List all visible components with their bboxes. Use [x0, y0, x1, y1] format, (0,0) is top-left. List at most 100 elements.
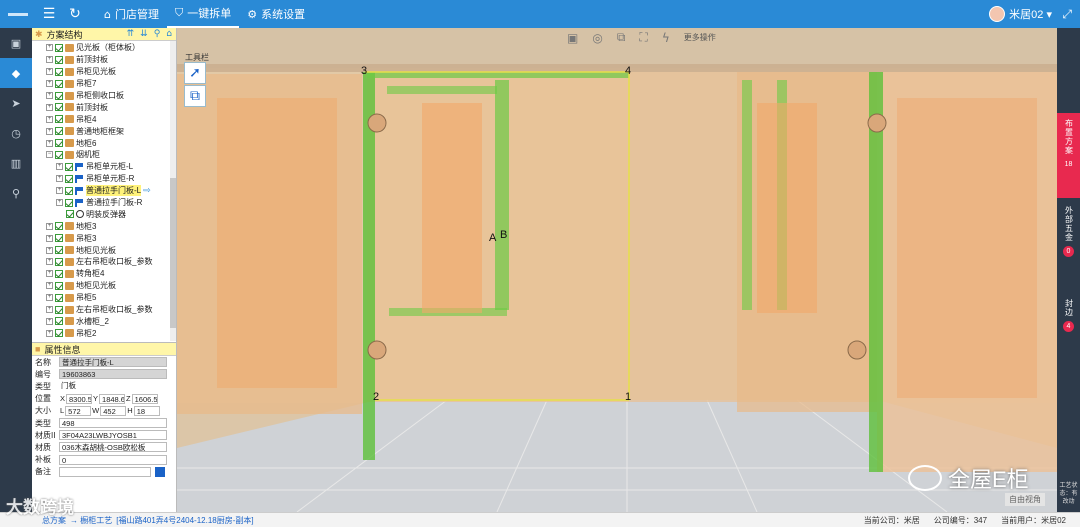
menu-icon[interactable]: ☰ — [36, 6, 62, 22]
expand-toggle-icon[interactable]: + — [46, 103, 53, 111]
prop-material-field[interactable]: 036木森胡桃-OSB欧松板 — [59, 442, 167, 453]
fullscreen-icon[interactable]: ⤢ — [1062, 7, 1072, 22]
pos-z-field[interactable]: 1606.5 — [131, 393, 158, 404]
tree-node[interactable]: + 前顶封板 — [32, 54, 176, 66]
tree-node[interactable]: + 吊柜侧收口板 — [32, 90, 176, 102]
expand-toggle-icon[interactable]: + — [46, 56, 53, 64]
tab-external-hardware[interactable]: 外部五金 0 — [1057, 200, 1080, 270]
tree-checkbox[interactable] — [66, 210, 74, 219]
expand-toggle-icon[interactable]: + — [46, 270, 53, 278]
tree-node[interactable]: + 普通拉手门板-L ⇨ — [32, 185, 176, 197]
home-icon[interactable]: ⌂ — [166, 29, 172, 39]
tree-checkbox[interactable] — [65, 198, 73, 207]
tree-node[interactable]: + 地柜见光板 — [32, 280, 176, 292]
nav-search-icon[interactable]: ⚲ — [0, 178, 32, 208]
tree-checkbox[interactable] — [55, 150, 63, 159]
tree-checkbox[interactable] — [55, 246, 63, 255]
tree-checkbox[interactable] — [55, 103, 63, 112]
fit-view-icon[interactable]: ⛶ — [639, 30, 647, 45]
expand-toggle-icon[interactable]: + — [46, 258, 53, 266]
collapse-toggle-icon[interactable]: − — [46, 151, 53, 159]
expand-toggle-icon[interactable]: + — [46, 317, 53, 325]
tree-checkbox[interactable] — [55, 329, 63, 338]
target-icon[interactable]: ◎ — [592, 31, 602, 45]
prop-pad-field[interactable]: 0 — [59, 454, 167, 465]
expand-toggle-icon[interactable]: + — [46, 139, 53, 147]
expand-toggle-icon[interactable]: + — [56, 163, 63, 171]
layer-copy-tool-icon[interactable]: ⧉ — [184, 85, 206, 107]
expand-toggle-icon[interactable]: + — [46, 68, 53, 76]
tree-node[interactable]: + 左右吊柜收口板_参数 — [32, 256, 176, 268]
tree-node[interactable]: + 吊柜4 — [32, 113, 176, 125]
tree-checkbox[interactable] — [55, 139, 63, 148]
size-l-field[interactable]: 572 — [65, 405, 92, 416]
expand-toggle-icon[interactable]: + — [46, 329, 53, 337]
nav-clock-icon[interactable]: ◷ — [0, 118, 32, 148]
tree-node[interactable]: + 地柜3 — [32, 220, 176, 232]
expand-all-icon[interactable]: ⇈ — [127, 29, 135, 39]
menu-store-management[interactable]: ⌂ 门店管理 — [96, 0, 167, 28]
view-mode-select[interactable]: 自由视角 — [1005, 493, 1045, 506]
tree-checkbox[interactable] — [55, 79, 63, 88]
expand-toggle-icon[interactable]: + — [46, 80, 53, 88]
tree-checkbox[interactable] — [55, 55, 63, 64]
box-icon[interactable]: ▣ — [567, 31, 578, 45]
expand-toggle-icon[interactable]: + — [46, 92, 53, 99]
user-menu[interactable]: 米居02 ▾ — [989, 0, 1052, 28]
tree-node[interactable]: + 地柜6 — [32, 137, 176, 149]
tree-checkbox[interactable] — [55, 269, 63, 278]
tree-checkbox[interactable] — [55, 293, 63, 302]
cursor-select-tool-icon[interactable]: ➚ — [184, 62, 206, 84]
tree-checkbox[interactable] — [55, 257, 63, 266]
expand-toggle-icon[interactable]: + — [56, 175, 63, 183]
nav-trash-icon[interactable]: ▥ — [0, 148, 32, 178]
breadcrumb-process[interactable]: → 橱柜工艺 — [70, 515, 112, 526]
save-icon[interactable] — [155, 466, 165, 477]
nav-send-icon[interactable]: ➤ — [0, 88, 32, 118]
more-operations-dropdown[interactable]: 更多操作 — [684, 32, 716, 43]
expand-toggle-icon[interactable]: + — [56, 199, 63, 207]
expand-toggle-icon[interactable]: + — [46, 127, 53, 135]
tree-checkbox[interactable] — [55, 43, 63, 52]
expand-toggle-icon[interactable]: + — [46, 222, 53, 230]
lightning-icon[interactable]: ϟ — [662, 31, 670, 45]
tree-checkbox[interactable] — [55, 222, 63, 231]
tree-node[interactable]: 明装反弹器 — [32, 208, 176, 220]
tree-node[interactable]: + 吊柜2 — [32, 327, 176, 339]
tree-checkbox[interactable] — [65, 174, 73, 183]
collapse-all-icon[interactable]: ⇊ — [140, 29, 148, 39]
tree-node[interactable]: + 前顶封板 — [32, 101, 176, 113]
expand-toggle-icon[interactable]: + — [46, 306, 53, 314]
tree-node[interactable]: + 吊柜5 — [32, 292, 176, 304]
tree-node[interactable]: + 吊柜见光板 — [32, 66, 176, 78]
tree-checkbox[interactable] — [55, 67, 63, 76]
expand-toggle-icon[interactable]: + — [46, 44, 53, 52]
prop-name-field[interactable]: 普通拉手门板-L — [59, 357, 167, 368]
tree-node[interactable]: + 吊柜单元柜-R — [32, 173, 176, 185]
tree-node[interactable]: + 普通拉手门板-R — [32, 197, 176, 209]
nav-dashboard-icon[interactable]: ▣ — [0, 28, 32, 58]
search-icon[interactable]: ⚲ — [154, 29, 161, 39]
size-w-field[interactable]: 452 — [100, 405, 127, 416]
tab-edge-banding[interactable]: 封边 4 — [1057, 293, 1080, 343]
tree-node[interactable]: + 转角柜4 — [32, 268, 176, 280]
tree-node[interactable]: + 地柜见光板 — [32, 244, 176, 256]
size-h-field[interactable]: 18 — [133, 405, 160, 416]
tree-node[interactable]: + 左右吊柜收口板_参数 — [32, 304, 176, 316]
prop-note-field[interactable] — [59, 466, 151, 477]
tree-node[interactable]: + 吊柜7 — [32, 78, 176, 90]
tree-checkbox[interactable] — [55, 234, 63, 243]
breadcrumb-scheme[interactable]: [福山路401弄4号2404-12.18厨房-副本] — [116, 515, 253, 526]
tree-scrollbar-thumb[interactable] — [170, 178, 176, 328]
tree-checkbox[interactable] — [55, 281, 63, 290]
expand-toggle-icon[interactable]: + — [46, 234, 53, 242]
tree-node[interactable]: + 见光板（柜体板） — [32, 42, 176, 54]
tree-checkbox[interactable] — [55, 305, 63, 314]
expand-toggle-icon[interactable]: + — [46, 115, 53, 123]
menu-system-settings[interactable]: ⚙ 系统设置 — [239, 0, 313, 28]
tree-node[interactable]: + 吊柜单元柜-L — [32, 161, 176, 173]
copy-icon[interactable]: ⧉ — [617, 30, 626, 45]
prop-material-code-field[interactable]: 3F04A23LWBJYOSB1 — [59, 430, 167, 441]
tree-node[interactable]: + 普通地柜框架 — [32, 125, 176, 137]
tree-node[interactable]: + 水槽柜_2 — [32, 315, 176, 327]
